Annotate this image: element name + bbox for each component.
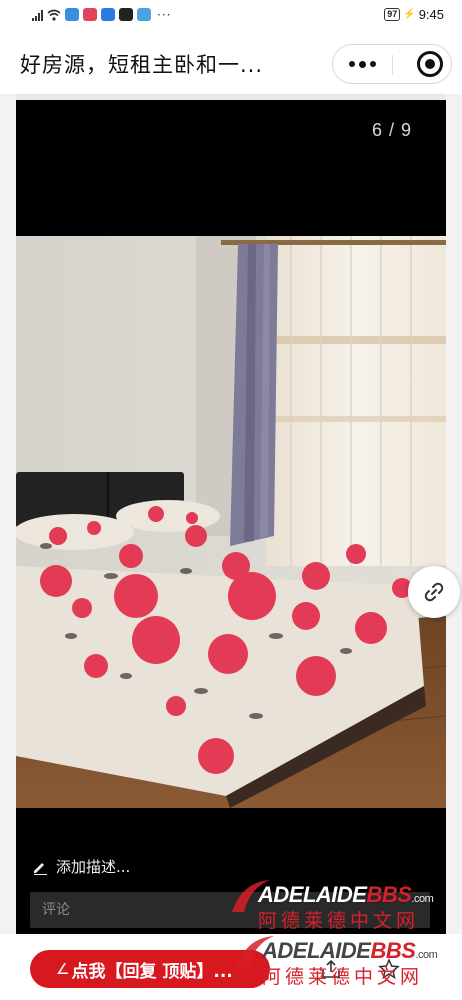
bottom-bar: ∠ 点我【回复 顶贴】... <box>0 934 462 1000</box>
more-notifications-icon: ··· <box>157 7 172 22</box>
image-viewer[interactable]: 6 / 9 添加描述... 评论 <box>16 94 446 934</box>
pen-icon: ∠ <box>56 960 70 978</box>
capsule-menu <box>332 44 452 84</box>
wifi-icon <box>47 9 61 21</box>
mini-program-header: 好房源，短租主卧和一... <box>0 32 462 94</box>
comment-field[interactable] <box>30 892 430 928</box>
more-button[interactable] <box>333 45 392 83</box>
charging-icon: ⚡ <box>403 9 416 20</box>
app-notification-icon <box>137 8 151 21</box>
pencil-icon <box>34 862 47 875</box>
comment-input[interactable] <box>30 892 430 928</box>
close-icon[interactable] <box>417 51 443 77</box>
battery-indicator: 97 <box>384 8 401 21</box>
page-title: 好房源，短租主卧和一... <box>20 53 264 77</box>
image-counter: 6 / 9 <box>371 120 412 140</box>
clock: 9:45 <box>418 7 444 22</box>
star-icon[interactable] <box>378 958 400 980</box>
share-icon[interactable] <box>320 958 342 980</box>
copy-link-button[interactable] <box>408 566 460 618</box>
add-description-label: 添加描述... <box>56 858 131 876</box>
video-app-icon <box>119 8 133 21</box>
app-notification-icon <box>65 8 79 21</box>
app-notification-icon <box>101 8 115 21</box>
reply-label: 点我【回复 顶贴】... <box>71 961 233 982</box>
viewer-top-edge <box>16 94 446 100</box>
reply-bump-button[interactable]: ∠ 点我【回复 顶贴】... <box>30 950 270 988</box>
signal-icon <box>32 9 43 21</box>
more-icon <box>349 61 355 67</box>
link-icon <box>424 582 444 602</box>
capsule-divider <box>392 55 393 75</box>
bedroom-photo[interactable] <box>16 236 446 808</box>
add-description-button[interactable]: 添加描述... <box>32 856 130 877</box>
status-bar: ··· 97 ⚡ 9:45 <box>0 0 462 32</box>
app-notification-icon <box>83 8 97 21</box>
